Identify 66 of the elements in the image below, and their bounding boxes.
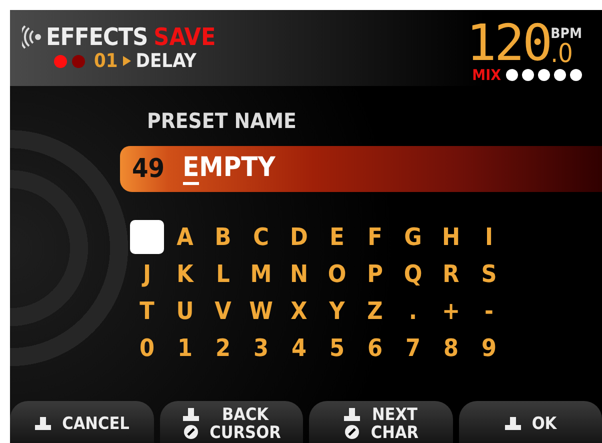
character-key[interactable]: R bbox=[436, 258, 466, 288]
play-triangle-icon bbox=[122, 56, 131, 66]
character-key[interactable]: + bbox=[436, 296, 466, 326]
character-key[interactable]: 8 bbox=[436, 332, 466, 362]
character-key[interactable]: M bbox=[246, 258, 276, 288]
preset-name-text: MPTY bbox=[199, 154, 276, 184]
screen-title: EFFECTS bbox=[46, 24, 148, 50]
character-key[interactable]: E bbox=[322, 222, 352, 252]
character-key[interactable]: G bbox=[398, 222, 428, 252]
character-key[interactable]: X bbox=[284, 296, 314, 326]
footswitch-icon bbox=[504, 417, 522, 431]
character-key[interactable]: 0 bbox=[132, 332, 162, 362]
tempo-decimal: .0 bbox=[550, 42, 573, 66]
tempo-unit: BPM bbox=[550, 26, 582, 42]
character-key[interactable]: I bbox=[474, 222, 504, 252]
softkey-button[interactable]: CANCEL bbox=[10, 401, 154, 443]
character-key[interactable]: T bbox=[132, 296, 162, 326]
character-key[interactable]: A bbox=[170, 222, 200, 252]
character-key[interactable]: 1 bbox=[170, 332, 200, 362]
character-key[interactable]: C bbox=[246, 222, 276, 252]
character-key[interactable]: - bbox=[474, 296, 504, 326]
character-key[interactable]: Y bbox=[322, 296, 352, 326]
character-key[interactable]: 4 bbox=[284, 332, 314, 362]
tempo-value: 120 bbox=[466, 20, 551, 66]
character-key[interactable]: V bbox=[208, 296, 238, 326]
character-key[interactable]: N bbox=[284, 258, 314, 288]
character-key[interactable]: 2 bbox=[208, 332, 238, 362]
character-key[interactable]: W bbox=[246, 296, 276, 326]
knob-icon bbox=[182, 424, 199, 440]
preset-name-label: PRESET NAME bbox=[146, 108, 298, 134]
character-key[interactable]: 5 bbox=[322, 332, 352, 362]
character-key[interactable]: K bbox=[170, 258, 200, 288]
space-key[interactable] bbox=[130, 220, 164, 254]
softkey-button[interactable]: OK bbox=[458, 401, 602, 443]
effect-name: DELAY bbox=[136, 50, 196, 72]
mode-label: SAVE bbox=[154, 24, 216, 50]
character-key[interactable]: . bbox=[398, 296, 428, 326]
character-key[interactable]: U bbox=[170, 296, 200, 326]
footswitch-icon bbox=[34, 417, 52, 431]
cursor-character: E bbox=[182, 154, 200, 184]
character-key[interactable]: 9 bbox=[474, 332, 504, 362]
character-key[interactable]: B bbox=[208, 222, 238, 252]
preset-number: 49 bbox=[132, 154, 165, 184]
character-key[interactable]: S bbox=[474, 258, 504, 288]
signal-waves-icon bbox=[22, 25, 42, 49]
softkey-button[interactable]: NEXT CHAR bbox=[309, 401, 452, 443]
character-key[interactable]: P bbox=[360, 258, 390, 288]
softkey-button[interactable]: BACK CURSOR bbox=[160, 401, 303, 443]
slot-number: 01 bbox=[94, 50, 118, 72]
character-key[interactable]: L bbox=[208, 258, 238, 288]
character-key[interactable]: J bbox=[132, 258, 162, 288]
character-key[interactable]: 7 bbox=[398, 332, 428, 362]
character-key[interactable]: F bbox=[360, 222, 390, 252]
character-key[interactable]: Q bbox=[398, 258, 428, 288]
preset-name-field[interactable]: 49 EMPTY bbox=[120, 146, 602, 192]
character-key[interactable]: 6 bbox=[360, 332, 390, 362]
dots-icon bbox=[506, 69, 582, 81]
mix-label: MIX bbox=[472, 66, 501, 84]
character-key[interactable]: D bbox=[284, 222, 314, 252]
footswitch-icon bbox=[342, 408, 361, 422]
character-key[interactable]: 3 bbox=[246, 332, 276, 362]
character-key[interactable]: O bbox=[322, 258, 352, 288]
character-key[interactable]: Z bbox=[360, 296, 390, 326]
knob-icon bbox=[344, 424, 360, 440]
character-key[interactable]: H bbox=[436, 222, 466, 252]
footswitch-icon bbox=[182, 408, 200, 422]
